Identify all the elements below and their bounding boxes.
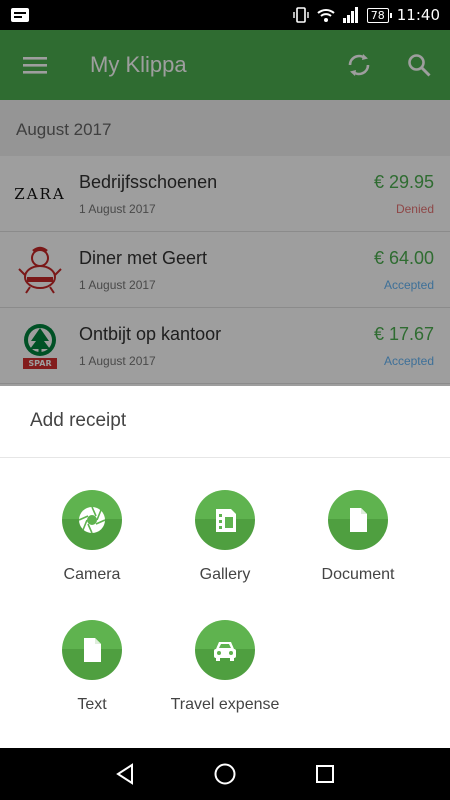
gallery-icon (195, 490, 255, 550)
text-label: Text (77, 696, 107, 713)
back-icon[interactable] (113, 762, 137, 786)
wifi-icon (317, 9, 335, 22)
signal-icon (342, 7, 358, 23)
travel-expense-label: Travel expense (170, 696, 280, 713)
battery-icon: 78 (366, 7, 392, 23)
recents-icon[interactable] (313, 762, 337, 786)
status-time: 11:40 (396, 6, 440, 24)
travel-expense-option[interactable]: Travel expense (155, 620, 295, 714)
text-option[interactable]: Text (22, 620, 162, 714)
car-icon (195, 620, 255, 680)
status-bar: 78 11:40 (0, 0, 450, 30)
notification-icon (11, 8, 29, 22)
document-option[interactable]: Document (288, 490, 428, 584)
gallery-option[interactable]: Gallery (155, 490, 295, 584)
vibrate-icon (293, 7, 309, 23)
sheet-title: Add receipt (0, 386, 450, 458)
camera-label: Camera (63, 566, 121, 583)
home-icon[interactable] (213, 762, 237, 786)
camera-option[interactable]: Camera (22, 490, 162, 584)
camera-icon (62, 490, 122, 550)
add-receipt-sheet: Add receipt Camera Gallery Document Text… (0, 386, 450, 748)
document-label: Document (321, 566, 395, 583)
modal-scrim[interactable] (0, 30, 450, 387)
text-icon (62, 620, 122, 680)
system-nav-bar (0, 748, 450, 800)
gallery-label: Gallery (199, 566, 251, 583)
document-icon (328, 490, 388, 550)
